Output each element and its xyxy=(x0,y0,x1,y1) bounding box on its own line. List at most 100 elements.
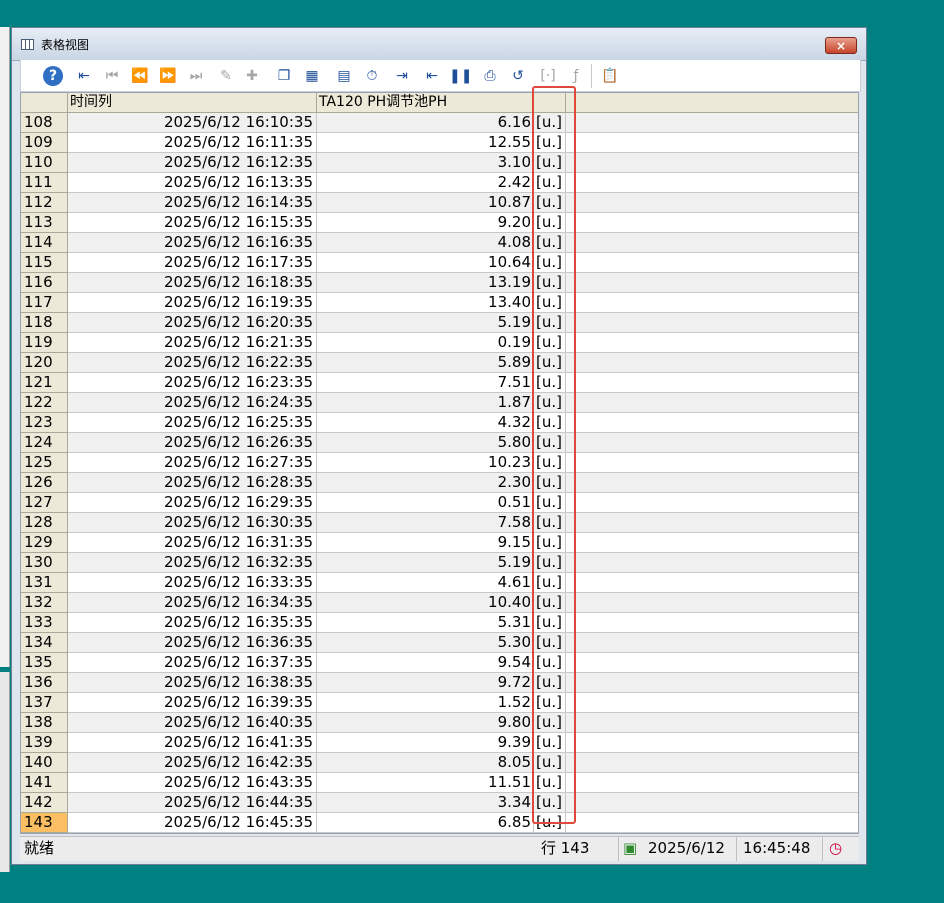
table-row[interactable]: 133 2025/6/12 16:35:35 5.31 [u.] xyxy=(21,613,858,633)
table-row[interactable]: 122 2025/6/12 16:24:35 1.87 [u.] xyxy=(21,393,858,413)
empty-cell[interactable] xyxy=(566,693,858,713)
end-time-icon[interactable]: ⇤ xyxy=(421,65,443,87)
unit-cell[interactable]: [u.] xyxy=(534,553,566,573)
time-cell[interactable]: 2025/6/12 16:27:35 xyxy=(68,453,317,473)
unit-cell[interactable]: [u.] xyxy=(534,673,566,693)
time-cell[interactable]: 2025/6/12 16:37:35 xyxy=(68,653,317,673)
ph-value-cell[interactable]: 7.51 xyxy=(317,373,534,393)
empty-cell[interactable] xyxy=(566,193,858,213)
empty-cell[interactable] xyxy=(566,793,858,813)
ph-value-cell[interactable]: 9.80 xyxy=(317,713,534,733)
ph-value-cell[interactable]: 2.30 xyxy=(317,473,534,493)
empty-cell[interactable] xyxy=(566,273,858,293)
unit-cell[interactable]: [u.] xyxy=(534,773,566,793)
time-cell[interactable]: 2025/6/12 16:39:35 xyxy=(68,693,317,713)
row-index-cell[interactable]: 112 xyxy=(21,193,68,213)
table-row[interactable]: 125 2025/6/12 16:27:35 10.23 [u.] xyxy=(21,453,858,473)
ph-value-cell[interactable]: 5.31 xyxy=(317,613,534,633)
time-cell[interactable]: 2025/6/12 16:44:35 xyxy=(68,793,317,813)
empty-cell[interactable] xyxy=(566,313,858,333)
time-cell[interactable]: 2025/6/12 16:26:35 xyxy=(68,433,317,453)
time-cell[interactable]: 2025/6/12 16:19:35 xyxy=(68,293,317,313)
ph-value-cell[interactable]: 5.89 xyxy=(317,353,534,373)
table-row[interactable]: 115 2025/6/12 16:17:35 10.64 [u.] xyxy=(21,253,858,273)
empty-cell[interactable] xyxy=(566,393,858,413)
row-index-cell[interactable]: 135 xyxy=(21,653,68,673)
add-pen-icon[interactable]: ✚ xyxy=(241,65,263,87)
row-index-cell[interactable]: 111 xyxy=(21,173,68,193)
time-cell[interactable]: 2025/6/12 16:35:35 xyxy=(68,613,317,633)
empty-cell[interactable] xyxy=(566,653,858,673)
table-row[interactable]: 108 2025/6/12 16:10:35 6.16 [u.] xyxy=(21,113,858,133)
table-row[interactable]: 124 2025/6/12 16:26:35 5.80 [u.] xyxy=(21,433,858,453)
time-cell[interactable]: 2025/6/12 16:13:35 xyxy=(68,173,317,193)
table-row[interactable]: 137 2025/6/12 16:39:35 1.52 [u.] xyxy=(21,693,858,713)
table-row[interactable]: 117 2025/6/12 16:19:35 13.40 [u.] xyxy=(21,293,858,313)
row-index-cell[interactable]: 138 xyxy=(21,713,68,733)
time-cell[interactable]: 2025/6/12 16:38:35 xyxy=(68,673,317,693)
ph-value-cell[interactable]: 2.42 xyxy=(317,173,534,193)
time-cell[interactable]: 2025/6/12 16:32:35 xyxy=(68,553,317,573)
row-index-cell[interactable]: 136 xyxy=(21,673,68,693)
empty-cell[interactable] xyxy=(566,153,858,173)
cut-range-icon[interactable]: [·] xyxy=(537,65,559,87)
row-index-cell[interactable]: 110 xyxy=(21,153,68,173)
row-index-cell[interactable]: 108 xyxy=(21,113,68,133)
row-index-cell[interactable]: 133 xyxy=(21,613,68,633)
empty-cell[interactable] xyxy=(566,513,858,533)
unit-cell[interactable]: [u.] xyxy=(534,693,566,713)
ph-value-cell[interactable]: 10.64 xyxy=(317,253,534,273)
row-index-cell[interactable]: 115 xyxy=(21,253,68,273)
empty-cell[interactable] xyxy=(566,473,858,493)
unit-cell[interactable]: [u.] xyxy=(534,493,566,513)
unit-cell[interactable]: [u.] xyxy=(534,533,566,553)
unit-cell[interactable]: [u.] xyxy=(534,513,566,533)
row-index-cell[interactable]: 120 xyxy=(21,353,68,373)
empty-cell[interactable] xyxy=(566,133,858,153)
time-cell[interactable]: 2025/6/12 16:14:35 xyxy=(68,193,317,213)
ph-value-cell[interactable]: 11.51 xyxy=(317,773,534,793)
table-row[interactable]: 109 2025/6/12 16:11:35 12.55 [u.] xyxy=(21,133,858,153)
table-row[interactable]: 110 2025/6/12 16:12:35 3.10 [u.] xyxy=(21,153,858,173)
unit-cell[interactable]: [u.] xyxy=(534,193,566,213)
row-index-cell[interactable]: 132 xyxy=(21,593,68,613)
table-row[interactable]: 132 2025/6/12 16:34:35 10.40 [u.] xyxy=(21,593,858,613)
ph-value-cell[interactable]: 5.19 xyxy=(317,553,534,573)
first-record-icon[interactable]: ⏮ xyxy=(101,65,123,87)
ph-value-cell[interactable]: 9.72 xyxy=(317,673,534,693)
time-cell[interactable]: 2025/6/12 16:23:35 xyxy=(68,373,317,393)
title-bar[interactable]: 表格视图 × xyxy=(12,28,866,61)
next-record-icon[interactable]: ⏩ xyxy=(157,65,179,87)
empty-cell[interactable] xyxy=(566,613,858,633)
ph-value-cell[interactable]: 4.61 xyxy=(317,573,534,593)
unit-cell[interactable]: [u.] xyxy=(534,373,566,393)
row-index-cell[interactable]: 123 xyxy=(21,413,68,433)
table-row[interactable]: 134 2025/6/12 16:36:35 5.30 [u.] xyxy=(21,633,858,653)
empty-cell[interactable] xyxy=(566,233,858,253)
time-cell[interactable]: 2025/6/12 16:12:35 xyxy=(68,153,317,173)
unit-cell[interactable]: [u.] xyxy=(534,813,566,833)
ph-value-cell[interactable]: 5.30 xyxy=(317,633,534,653)
row-index-cell[interactable]: 142 xyxy=(21,793,68,813)
row-index-cell[interactable]: 121 xyxy=(21,373,68,393)
time-cell[interactable]: 2025/6/12 16:10:35 xyxy=(68,113,317,133)
row-index-cell[interactable]: 124 xyxy=(21,433,68,453)
table-row[interactable]: 120 2025/6/12 16:22:35 5.89 [u.] xyxy=(21,353,858,373)
refresh-icon[interactable]: ↺ xyxy=(507,65,529,87)
ph-value-cell[interactable]: 9.54 xyxy=(317,653,534,673)
unit-cell[interactable]: [u.] xyxy=(534,213,566,233)
function-icon[interactable]: ƒ xyxy=(565,65,587,87)
columns-icon[interactable]: ▦ xyxy=(301,65,323,87)
ph-value-cell[interactable]: 5.80 xyxy=(317,433,534,453)
time-cell[interactable]: 2025/6/12 16:34:35 xyxy=(68,593,317,613)
ph-value-cell[interactable]: 8.05 xyxy=(317,753,534,773)
ph-value-cell[interactable]: 9.15 xyxy=(317,533,534,553)
time-cell[interactable]: 2025/6/12 16:42:35 xyxy=(68,753,317,773)
time-cell[interactable]: 2025/6/12 16:11:35 xyxy=(68,133,317,153)
export-icon[interactable]: ⇤ xyxy=(73,65,95,87)
ph-value-cell[interactable]: 1.87 xyxy=(317,393,534,413)
start-time-icon[interactable]: ⇥ xyxy=(391,65,413,87)
empty-cell[interactable] xyxy=(566,533,858,553)
unit-cell[interactable]: [u.] xyxy=(534,633,566,653)
row-index-header[interactable] xyxy=(21,93,68,113)
